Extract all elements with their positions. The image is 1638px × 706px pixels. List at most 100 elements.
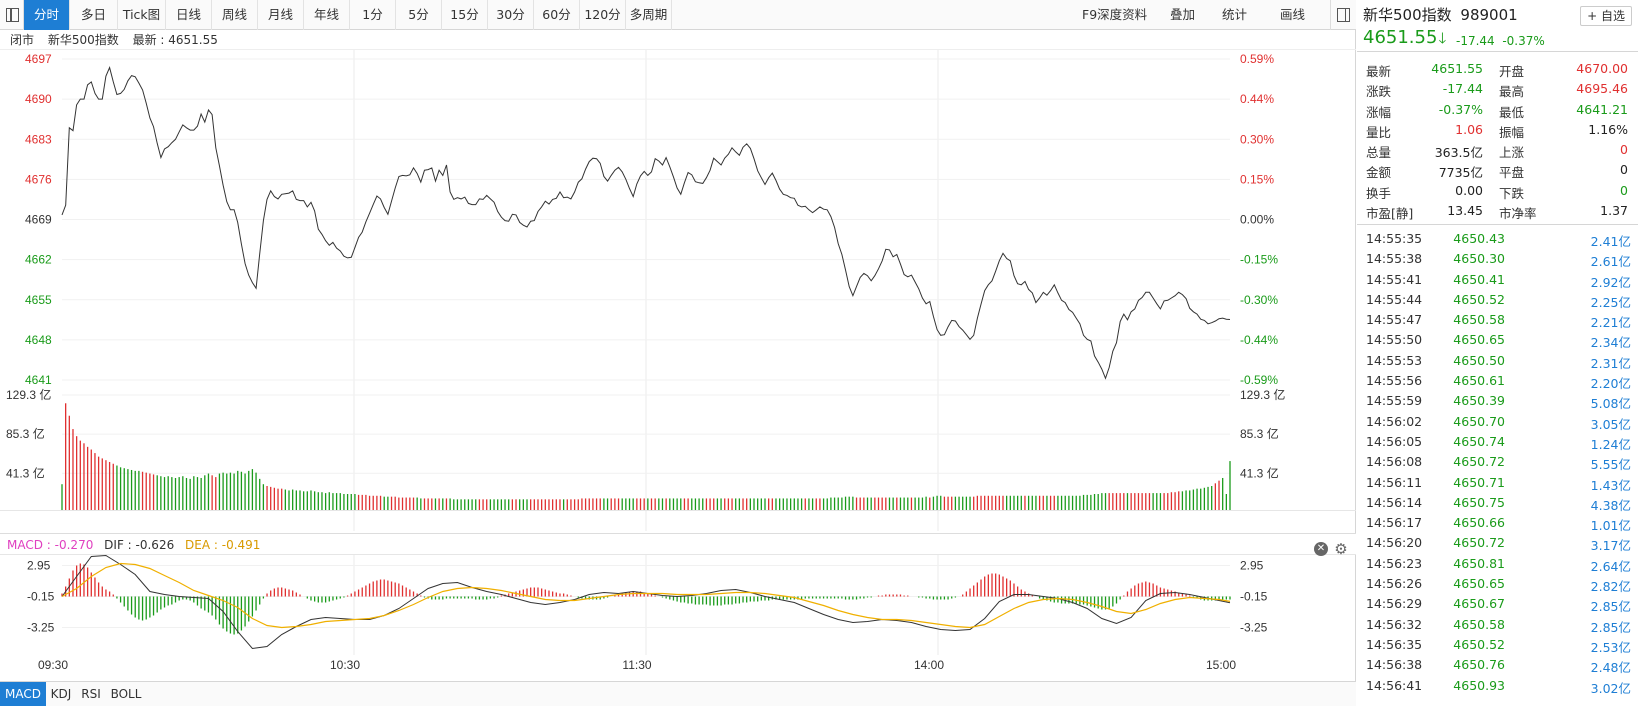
tab-6[interactable]: 年线	[304, 0, 350, 30]
tab-9[interactable]: 15分	[442, 0, 488, 30]
quote-stat-row: 量比 1.06 振幅 1.16%	[1357, 120, 1638, 140]
stat-label: 最高	[1499, 84, 1525, 100]
tick-row: 14:56:05 4650.74 1.24亿	[1357, 430, 1638, 452]
period-toolbar: 分时 多日 Tick图 日线 周线 月线 年线 1分 5分 15分 30分 60分 120分 多周期 F9…	[0, 0, 1356, 30]
indicator-tab-boll[interactable]: BOLL	[106, 682, 146, 706]
tick-price: 4650.93	[1453, 677, 1505, 693]
stat-value: 1.37	[1600, 203, 1628, 219]
tab-13[interactable]: 多周期	[626, 0, 672, 30]
price-tick-left: 4641	[25, 373, 52, 387]
gear-icon[interactable]: ⚙	[1334, 541, 1348, 556]
time-tick: 15:00	[1206, 658, 1236, 672]
stat-value: 1.16%	[1588, 121, 1628, 137]
toggle-left-panel-icon[interactable]	[0, 0, 24, 30]
arrow-down-icon: 🡓	[1438, 29, 1447, 47]
tick-time: 14:56:38	[1366, 657, 1423, 673]
quote-change: -17.44 -0.37%	[1456, 34, 1545, 48]
tick-time: 14:56:23	[1366, 555, 1423, 571]
stat-label: 开盘	[1499, 64, 1525, 79]
tick-price: 4650.52	[1453, 291, 1505, 307]
volume-tick-left: 129.3 亿	[6, 387, 51, 402]
stat-label: 总量	[1366, 145, 1392, 161]
tab-10[interactable]: 30分	[488, 0, 534, 30]
volume-tick-right: 129.3 亿	[1240, 387, 1285, 402]
intraday-chart[interactable]: 4697 0.59% 4690 0.44% 4683 0.30% 4676 0.15% 4669…	[0, 50, 1356, 681]
pct-tick-right: 0.00%	[1240, 213, 1274, 227]
tick-time: 14:56:05	[1366, 433, 1423, 449]
tick-row: 14:55:50 4650.65 2.34亿	[1357, 328, 1638, 350]
add-watchlist-button[interactable]: + 自选	[1580, 6, 1632, 26]
tick-row: 14:55:35 4650.43 2.41亿	[1357, 227, 1638, 249]
stat-label: 最低	[1499, 104, 1525, 120]
tick-price: 4650.65	[1453, 576, 1505, 592]
tick-row: 14:55:59 4650.39 5.08亿	[1357, 389, 1638, 411]
stat-value: 0.00	[1455, 182, 1483, 198]
tick-time: 14:55:47	[1366, 312, 1423, 328]
toggle-right-panel-icon[interactable]	[1330, 0, 1356, 30]
tick-price: 4650.30	[1453, 251, 1505, 267]
time-tick: 14:00	[914, 658, 944, 672]
price-tick-left: 4690	[25, 92, 52, 106]
indicator-tab-macd[interactable]: MACD	[0, 682, 46, 706]
tab-7[interactable]: 1分	[350, 0, 396, 30]
stat-value: 0	[1620, 142, 1628, 158]
tick-row: 14:55:53 4650.50 2.31亿	[1357, 349, 1638, 371]
stat-label: 振幅	[1499, 124, 1525, 140]
tick-time: 14:55:53	[1366, 352, 1423, 368]
tick-time: 14:55:59	[1366, 393, 1423, 409]
time-tick: 10:30	[330, 658, 360, 672]
toolbar-overlay[interactable]: 叠加	[1170, 0, 1195, 30]
stat-value: 0	[1620, 182, 1628, 198]
tick-time: 14:56:29	[1366, 596, 1423, 612]
tick-time: 14:56:08	[1366, 454, 1423, 470]
stat-label: 市净率	[1499, 206, 1537, 222]
tick-row: 14:55:41 4650.41 2.92亿	[1357, 268, 1638, 290]
price-tick-left: 4662	[25, 253, 52, 267]
tab-3[interactable]: 日线	[166, 0, 212, 30]
quote-stat-row: 总量 363.5亿 上涨 0	[1357, 140, 1638, 160]
tick-time: 14:55:44	[1366, 291, 1423, 307]
tick-price: 4650.71	[1453, 474, 1505, 490]
toolbar-draw[interactable]: 画线	[1280, 0, 1305, 30]
tick-row: 14:56:17 4650.66 1.01亿	[1357, 511, 1638, 533]
stat-label: 市盈[静]	[1366, 206, 1414, 222]
indicator-tab-kdj[interactable]: KDJ	[46, 682, 76, 706]
pct-tick-right: -0.15%	[1240, 253, 1278, 267]
toolbar-stats[interactable]: 统计	[1222, 0, 1247, 30]
tick-row: 14:56:11 4650.71 1.43亿	[1357, 471, 1638, 493]
tab-4[interactable]: 周线	[212, 0, 258, 30]
pct-tick-right: 0.15%	[1240, 172, 1274, 186]
quote-price: 4651.55🡓	[1363, 27, 1447, 48]
pct-tick-right: -0.44%	[1240, 333, 1278, 347]
stat-label: 金额	[1366, 165, 1392, 181]
tick-price: 4650.74	[1453, 433, 1505, 449]
tick-row: 14:56:41 4650.93 3.02亿	[1357, 674, 1638, 696]
tick-time: 14:56:14	[1366, 494, 1423, 510]
volume-tick-right: 85.3 亿	[1240, 426, 1279, 441]
close-icon[interactable]: ✕	[1314, 541, 1328, 556]
indicator-tab-rsi[interactable]: RSI	[76, 682, 106, 706]
tab-multi-day[interactable]: 多日	[70, 0, 118, 30]
tick-list[interactable]: 14:55:35 4650.43 2.41亿 14:55:38 4650.30 2.61亿…	[1357, 224, 1638, 706]
tab-0[interactable]: 分时	[24, 0, 70, 30]
stat-value: 7735亿	[1438, 165, 1483, 181]
tab-2[interactable]: Tick图	[118, 0, 166, 30]
tab-5[interactable]: 月线	[258, 0, 304, 30]
stat-value: 363.5亿	[1434, 145, 1483, 161]
volume-tick-left: 85.3 亿	[6, 426, 45, 441]
dea-value: DEA : -0.491	[185, 538, 261, 552]
tick-price: 4650.65	[1453, 332, 1505, 348]
quote-stat-row: 金额 7735亿 平盘 0	[1357, 160, 1638, 180]
tab-11[interactable]: 60分	[534, 0, 580, 30]
tab-12[interactable]: 120分	[580, 0, 626, 30]
grid-lines	[62, 50, 1230, 655]
tick-price: 4650.50	[1453, 352, 1505, 368]
macd-tick-right: -0.15	[1240, 590, 1268, 604]
tab-8[interactable]: 5分	[396, 0, 442, 30]
time-tick: 09:30	[38, 658, 68, 672]
toolbar-f9[interactable]: F9深度资料	[1082, 0, 1147, 30]
stat-value: 1.06	[1455, 121, 1483, 137]
tick-price: 4650.76	[1453, 657, 1505, 673]
tick-time: 14:56:35	[1366, 636, 1423, 652]
tick-row: 14:56:38 4650.76 2.48亿	[1357, 653, 1638, 675]
